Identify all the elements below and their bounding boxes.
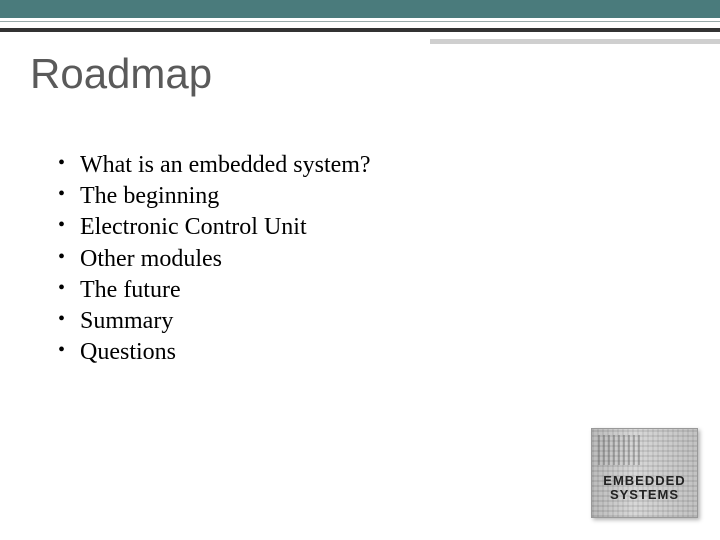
accent-bar-teal bbox=[0, 0, 720, 18]
logo-text-line1: EMBEDDED bbox=[592, 473, 697, 488]
slide-title: Roadmap bbox=[30, 50, 212, 98]
rule-thin bbox=[0, 21, 720, 22]
embedded-systems-logo: EMBEDDED SYSTEMS bbox=[591, 428, 698, 518]
list-item: The beginning bbox=[58, 181, 371, 212]
list-item: Questions bbox=[58, 337, 371, 368]
list-item: What is an embedded system? bbox=[58, 150, 371, 181]
rule-short-gray bbox=[430, 39, 720, 44]
logo-text-line2: SYSTEMS bbox=[592, 487, 697, 502]
list-item: Electronic Control Unit bbox=[58, 212, 371, 243]
bullet-list: What is an embedded system? The beginnin… bbox=[58, 150, 371, 368]
chip-pins-icon bbox=[598, 435, 642, 465]
list-item: Summary bbox=[58, 306, 371, 337]
list-item: The future bbox=[58, 275, 371, 306]
rule-thick bbox=[0, 28, 720, 32]
list-item: Other modules bbox=[58, 244, 371, 275]
